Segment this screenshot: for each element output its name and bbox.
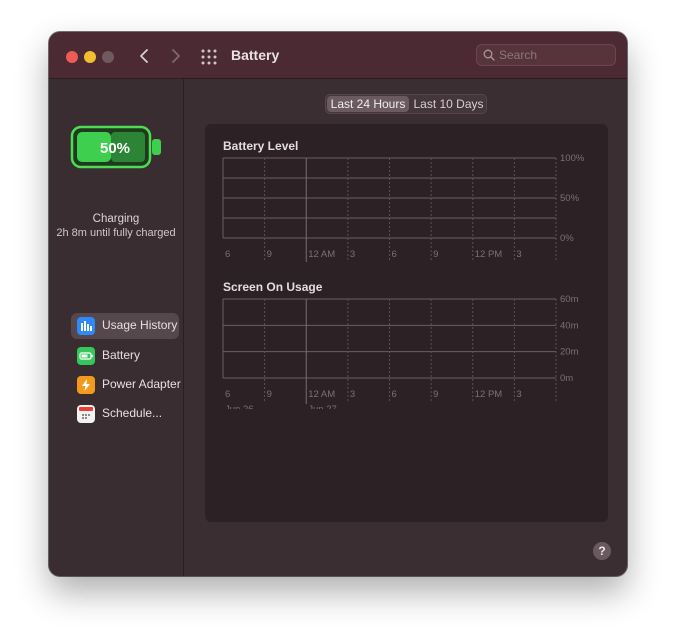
x-tick-label: 12 AM <box>308 249 335 260</box>
forward-chevron-icon[interactable] <box>165 46 185 66</box>
y-tick-label: 60m <box>560 294 579 305</box>
window-title: Battery <box>231 47 280 63</box>
sidebar-item-label: Schedule... <box>102 406 163 420</box>
battery-percent-label: 50% <box>100 140 130 157</box>
back-chevron-icon[interactable] <box>135 46 155 66</box>
x-tick-label: 3 <box>350 249 355 260</box>
date-label: Jun 26 <box>225 404 254 409</box>
charging-state: Charging <box>92 213 140 225</box>
y-tick-label: 0m <box>560 373 573 384</box>
x-tick-label: 6 <box>392 249 397 260</box>
x-tick-label: 12 AM <box>308 389 335 400</box>
minimize-window-button[interactable] <box>84 51 96 63</box>
calendar-icon <box>77 405 95 423</box>
sidebar-item-usage-history[interactable]: Usage History <box>71 313 179 339</box>
search-input[interactable] <box>499 47 609 63</box>
x-tick-label: 3 <box>350 389 355 400</box>
sidebar-item-battery[interactable]: Battery <box>71 343 179 369</box>
x-tick-label: 6 <box>392 389 397 400</box>
x-tick-label: 9 <box>267 249 272 260</box>
time-until-charged: 2h 8m until fully charged <box>56 227 176 239</box>
screen-on-usage-chart-title: Screen On Usage <box>223 280 323 294</box>
y-tick-label: 20m <box>560 347 579 358</box>
battery-level-chart-title: Battery Level <box>223 139 299 153</box>
battery-icon <box>77 347 95 365</box>
sidebar-item-schedule[interactable]: Schedule... <box>71 401 179 427</box>
close-window-button[interactable] <box>66 51 78 63</box>
charging-status: Charging 2h 8m until fully charged <box>49 212 183 240</box>
x-tick-label: 12 PM <box>475 389 503 400</box>
battery-terminal <box>152 139 161 155</box>
bar-chart-icon <box>77 317 95 335</box>
time-range-segmented-control: Last 24 Hours Last 10 Days <box>325 94 487 114</box>
x-tick-label: 9 <box>433 389 438 400</box>
y-tick-label: 40m <box>560 320 579 331</box>
date-label: Jun 27 <box>308 404 337 409</box>
screen-on-usage-chart: 60m 40m 20m 0m 6 9 12 AM 3 6 9 12 PM 3 Jun 26 Jun 27 <box>222 294 579 409</box>
zoom-window-button[interactable] <box>102 51 114 63</box>
bolt-icon <box>77 376 95 394</box>
sidebar-item-label: Usage History <box>102 318 178 332</box>
search-field[interactable] <box>476 44 616 66</box>
battery-level-chart: 100% 50% 0% 6 9 12 AM 3 6 9 12 PM 3 <box>222 154 585 262</box>
x-tick-label: 9 <box>433 249 438 260</box>
x-tick-label: 3 <box>516 389 521 400</box>
y-tick-label: 50% <box>560 193 580 204</box>
main-content: Last 24 Hours Last 10 Days Battery Level… <box>184 79 627 576</box>
show-all-grid-icon[interactable] <box>200 48 218 66</box>
y-tick-label: 0% <box>560 233 574 244</box>
x-tick-label: 12 PM <box>475 249 503 260</box>
sidebar: 50% Charging 2h 8m until fully charged U… <box>49 79 184 576</box>
battery-preferences-window: Battery 50% Charging 2h 8m until fully c… <box>49 32 627 576</box>
battery-level-widget: 50% <box>70 125 161 169</box>
x-tick-label: 3 <box>516 249 521 260</box>
help-button[interactable]: ? <box>593 542 611 560</box>
usage-history-panel: Battery Level 100% 50% 0% 6 9 12 AM 3 6 9 12 PM 3 … <box>205 124 608 522</box>
title-bar: Battery <box>49 32 627 79</box>
x-tick-label: 6 <box>225 249 230 260</box>
y-tick-label: 100% <box>560 154 585 164</box>
search-icon <box>483 49 495 61</box>
tab-last-10-days[interactable]: Last 10 Days <box>411 96 486 112</box>
x-tick-label: 6 <box>225 389 230 400</box>
tab-last-24-hours[interactable]: Last 24 Hours <box>327 96 409 112</box>
x-tick-label: 9 <box>267 389 272 400</box>
sidebar-item-label: Battery <box>102 348 141 362</box>
sidebar-item-power-adapter[interactable]: Power Adapter <box>71 372 181 398</box>
sidebar-item-label: Power Adapter <box>102 377 181 391</box>
